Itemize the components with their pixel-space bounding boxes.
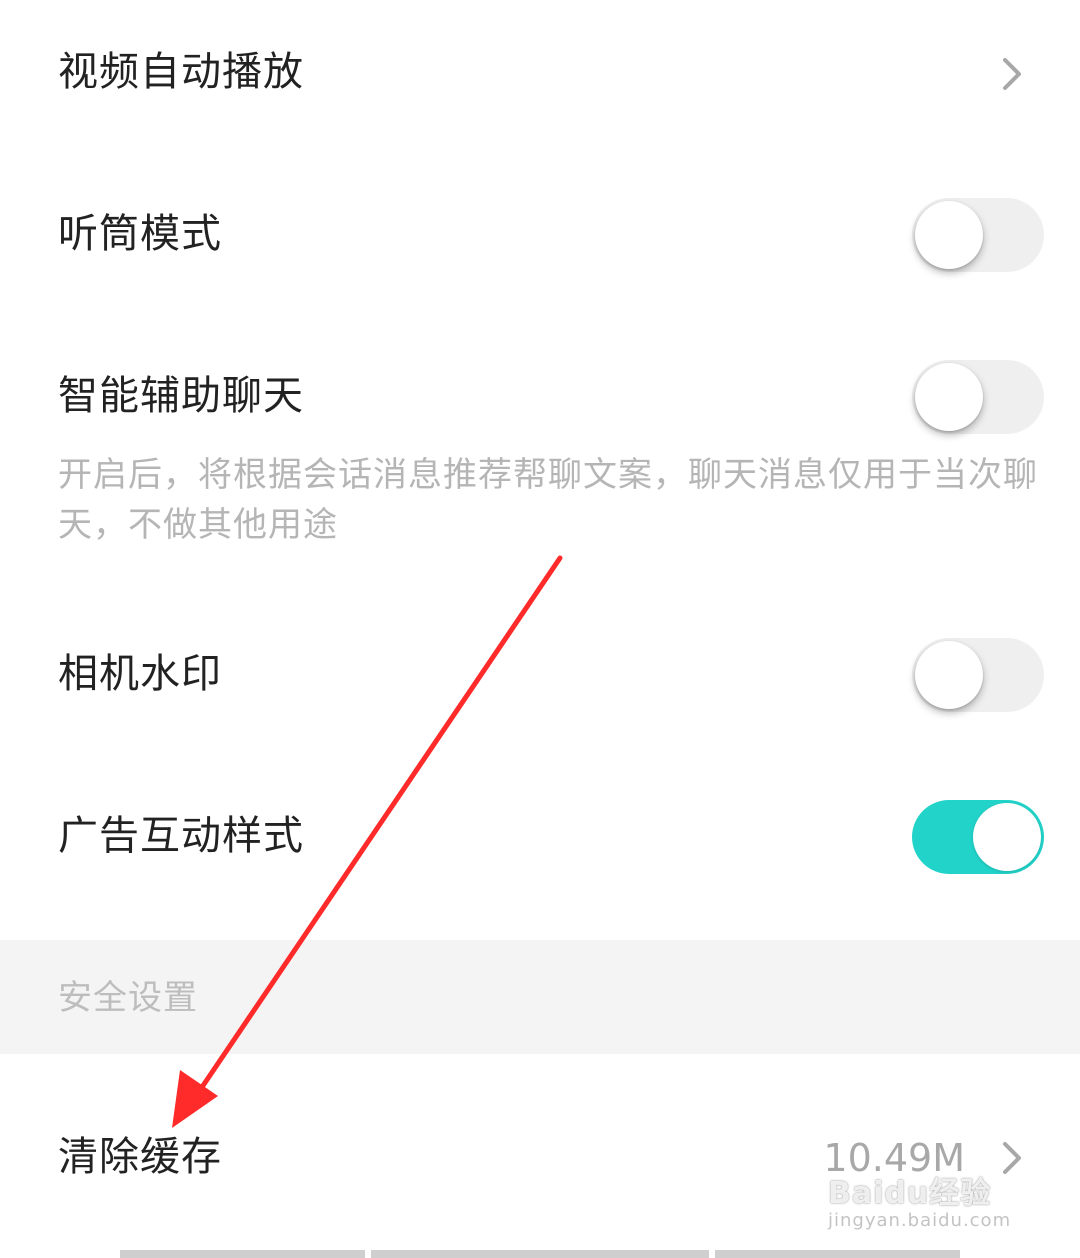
watermark-brand: Baidu经验 (828, 1176, 992, 1211)
toggle-knob (915, 201, 983, 269)
setting-row-video-autoplay[interactable]: 视频自动播放 (0, 0, 1080, 150)
setting-row-smart-chat-assist: 智能辅助聊天 (0, 320, 1080, 470)
bottom-tab-segment (371, 1250, 709, 1258)
bottom-tab-segment (715, 1250, 960, 1258)
smart-chat-assist-toggle[interactable] (912, 360, 1044, 434)
watermark-url: jingyan.baidu.com (828, 1210, 1012, 1231)
setting-label-smart-chat-assist: 智能辅助聊天 (58, 373, 304, 419)
setting-label-clear-cache: 清除缓存 (58, 1134, 222, 1180)
toggle-knob (973, 803, 1041, 871)
smart-chat-assist-description: 开启后，将根据会话消息推荐帮聊文案，聊天消息仅用于当次聊天，不做其他用途 (58, 455, 1038, 545)
setting-label-video-autoplay: 视频自动播放 (58, 49, 304, 95)
chevron-right-icon (1003, 58, 1021, 90)
setting-row-earpiece-mode: 听筒模式 (0, 160, 1080, 310)
camera-watermark-toggle[interactable] (912, 638, 1044, 712)
section-header-security: 安全设置 (0, 940, 1080, 1054)
toggle-knob (915, 363, 983, 431)
bottom-tab-segment (120, 1250, 365, 1258)
setting-label-ad-interaction-style: 广告互动样式 (58, 813, 304, 859)
setting-label-earpiece-mode: 听筒模式 (58, 211, 222, 257)
earpiece-mode-toggle[interactable] (912, 198, 1044, 272)
setting-label-camera-watermark: 相机水印 (58, 651, 222, 697)
section-title: 安全设置 (58, 978, 198, 1018)
ad-interaction-style-toggle[interactable] (912, 800, 1044, 874)
setting-row-camera-watermark: 相机水印 (0, 600, 1080, 750)
setting-row-ad-interaction-style: 广告互动样式 (0, 760, 1080, 910)
chevron-right-icon (1003, 1142, 1021, 1174)
toggle-knob (915, 641, 983, 709)
